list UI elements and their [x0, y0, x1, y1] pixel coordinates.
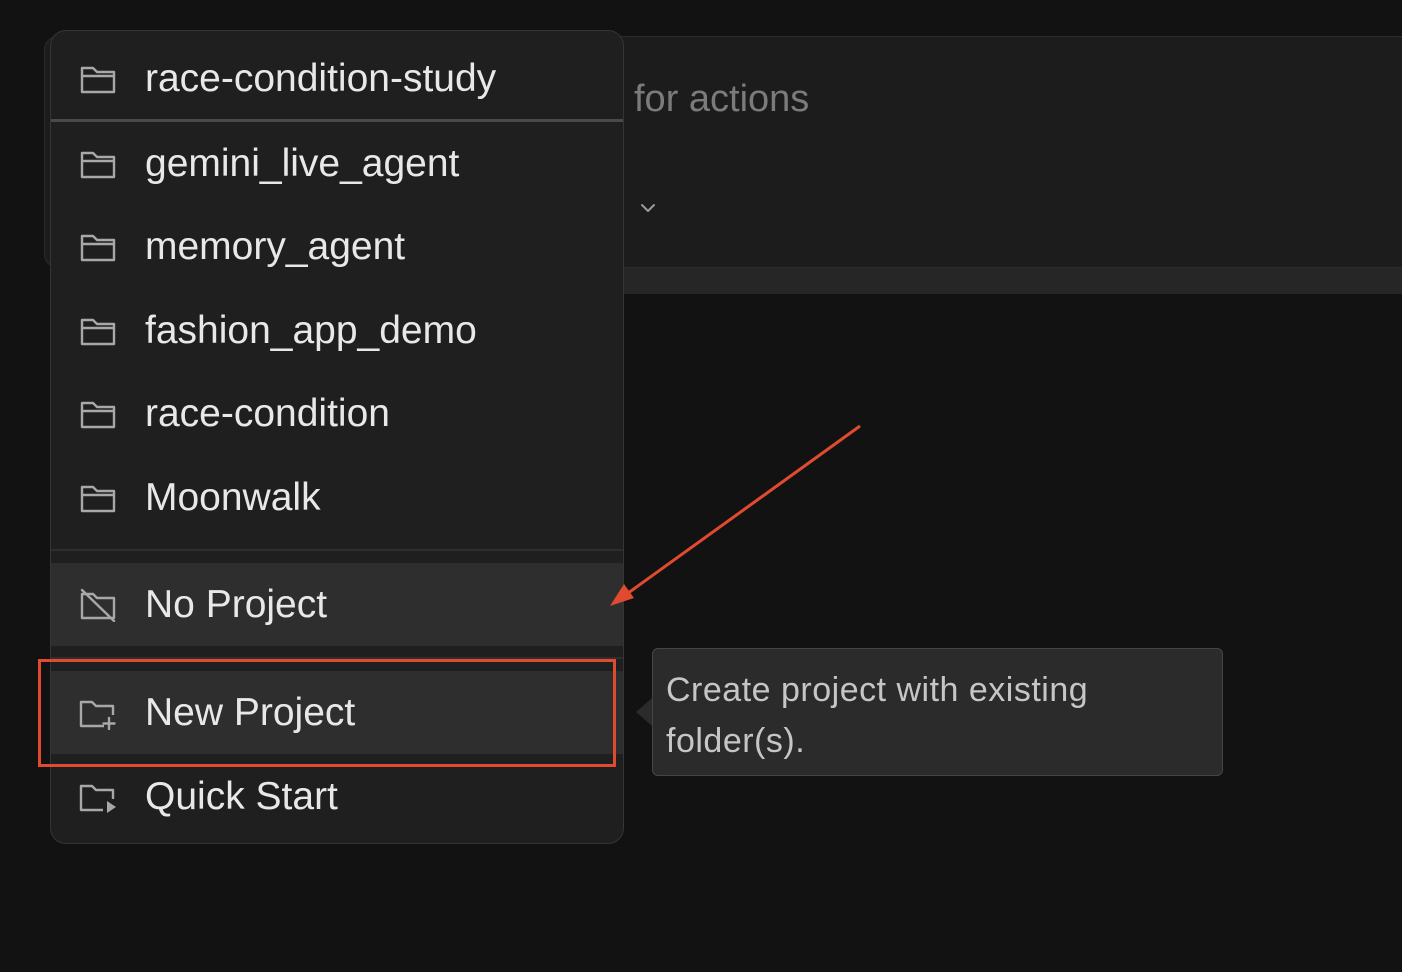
project-item-gemini-live-agent[interactable]: gemini_live_agent	[51, 122, 623, 205]
folder-icon	[77, 310, 119, 352]
project-item-label: gemini_live_agent	[145, 141, 460, 185]
project-item-memory-agent[interactable]: memory_agent	[51, 205, 623, 288]
project-item-label: fashion_app_demo	[145, 308, 477, 352]
no-project-label: No Project	[145, 582, 328, 626]
quick-start-item[interactable]: Quick Start	[51, 755, 623, 838]
project-item-race-condition[interactable]: race-condition	[51, 372, 623, 455]
project-item-race-condition-study[interactable]: race-condition-study	[51, 37, 623, 120]
folder-off-icon	[77, 584, 119, 626]
project-item-label: Moonwalk	[145, 475, 321, 519]
folder-play-icon	[77, 776, 119, 818]
project-item-moonwalk[interactable]: Moonwalk	[51, 456, 623, 539]
input-hint-text: for actions	[634, 78, 810, 120]
tooltip-caret	[636, 698, 652, 726]
project-item-fashion-app-demo[interactable]: fashion_app_demo	[51, 289, 623, 372]
project-item-label: race-condition	[145, 391, 390, 435]
project-item-label: race-condition-study	[145, 56, 497, 100]
project-item-label: memory_agent	[145, 224, 406, 268]
no-project-item[interactable]: No Project	[51, 563, 623, 646]
annotation-highlight-box	[38, 659, 616, 767]
chevron-down-icon[interactable]	[636, 196, 660, 220]
folder-icon	[77, 226, 119, 268]
folder-icon	[77, 143, 119, 185]
menu-divider	[51, 549, 623, 551]
folder-icon	[77, 393, 119, 435]
folder-icon	[77, 58, 119, 100]
panel-footer-strip	[600, 268, 1402, 294]
quick-start-label: Quick Start	[145, 774, 338, 818]
tooltip-text: Create project with existing folder(s).	[666, 671, 1089, 760]
new-project-tooltip: Create project with existing folder(s).	[652, 648, 1223, 776]
folder-icon	[77, 477, 119, 519]
